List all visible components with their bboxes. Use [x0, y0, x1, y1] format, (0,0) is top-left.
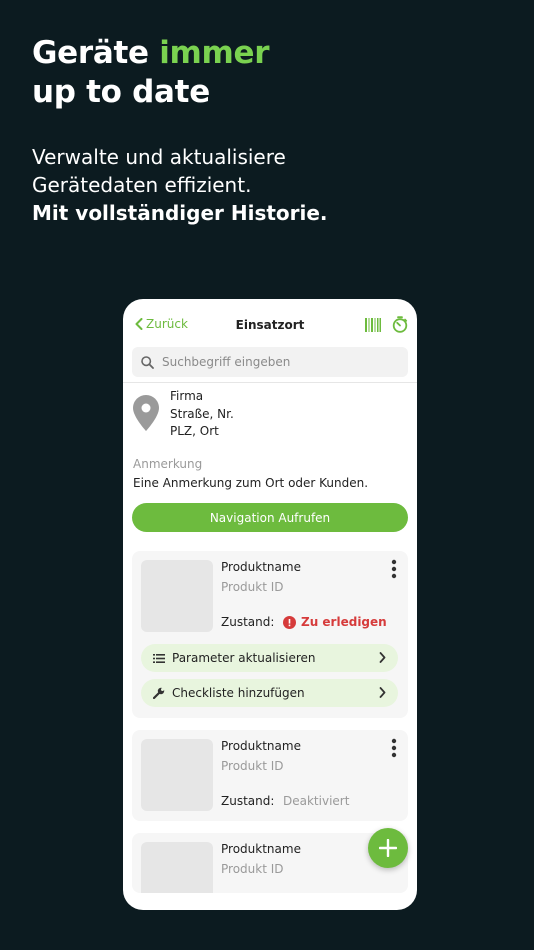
product-name: Produktname	[221, 560, 301, 574]
status-badge: Deaktiviert	[283, 794, 349, 808]
note-text: Eine Anmerkung zum Ort oder Kunden.	[133, 476, 369, 490]
product-thumbnail	[141, 739, 213, 811]
search-icon	[141, 355, 154, 369]
subtext: Verwalte und aktualisiere Gerätedaten ef…	[32, 143, 328, 227]
timer-icon[interactable]	[392, 316, 408, 333]
action-label: Parameter aktualisieren	[172, 651, 316, 665]
kebab-menu-icon[interactable]	[391, 738, 397, 758]
alert-icon	[283, 615, 296, 629]
product-id: Produkt ID	[221, 862, 284, 876]
headline-line-1: Geräte immer	[32, 34, 270, 73]
address: Firma Straße, Nr. PLZ, Ort	[170, 388, 234, 441]
add-button[interactable]	[368, 828, 408, 868]
product-card[interactable]: Produktname Produkt ID	[132, 833, 408, 893]
address-street: Straße, Nr.	[170, 406, 234, 421]
top-bar: Zurück Einsatzort	[123, 299, 417, 347]
product-id: Produkt ID	[221, 580, 284, 594]
state-label: Zustand:	[221, 615, 275, 629]
address-company: Firma	[170, 389, 204, 403]
status-text: Deaktiviert	[283, 794, 350, 808]
status-badge: Zu erledigen	[283, 615, 387, 629]
location-pin-icon	[133, 395, 159, 431]
kebab-menu-icon[interactable]	[391, 559, 397, 579]
chevron-right-icon	[379, 652, 386, 663]
headline-line-2: up to date	[32, 74, 210, 110]
product-name: Produktname	[221, 739, 301, 753]
address-city: PLZ, Ort	[170, 424, 219, 438]
divider	[123, 382, 417, 383]
list-icon	[153, 653, 165, 663]
update-parameters-button[interactable]: Parameter aktualisieren	[141, 644, 398, 672]
action-label: Checkliste hinzufügen	[172, 686, 305, 700]
subtext-line-2: Gerätedaten effizient.	[32, 173, 252, 197]
barcode-icon[interactable]	[365, 318, 381, 332]
product-thumbnail	[141, 842, 213, 893]
chevron-right-icon	[379, 687, 386, 698]
add-checklist-button[interactable]: Checkliste hinzufügen	[141, 679, 398, 707]
headline-prefix: Geräte	[32, 35, 160, 71]
plus-icon	[379, 839, 397, 857]
note-label: Anmerkung	[133, 457, 203, 471]
product-name: Produktname	[221, 842, 301, 856]
navigation-button[interactable]: Navigation Aufrufen	[132, 503, 408, 532]
wrench-icon	[153, 687, 165, 699]
headline-accent: immer	[159, 35, 270, 71]
headline: Geräte immer up to date	[32, 34, 270, 112]
product-thumbnail	[141, 560, 213, 632]
search-placeholder: Suchbegriff eingeben	[162, 355, 291, 369]
state-label: Zustand:	[221, 794, 275, 808]
subtext-line-1: Verwalte und aktualisiere	[32, 145, 286, 169]
product-id: Produkt ID	[221, 759, 284, 773]
phone-screen: Zurück Einsatzort Suchbegriff eingeben F…	[123, 299, 417, 910]
status-text: Zu erledigen	[301, 615, 387, 629]
product-card[interactable]: Produktname Produkt ID Zustand: Zu erled…	[132, 551, 408, 718]
search-input[interactable]: Suchbegriff eingeben	[132, 347, 408, 377]
subtext-line-3: Mit vollständiger Historie.	[32, 201, 328, 225]
product-card[interactable]: Produktname Produkt ID Zustand: Deaktivi…	[132, 730, 408, 821]
